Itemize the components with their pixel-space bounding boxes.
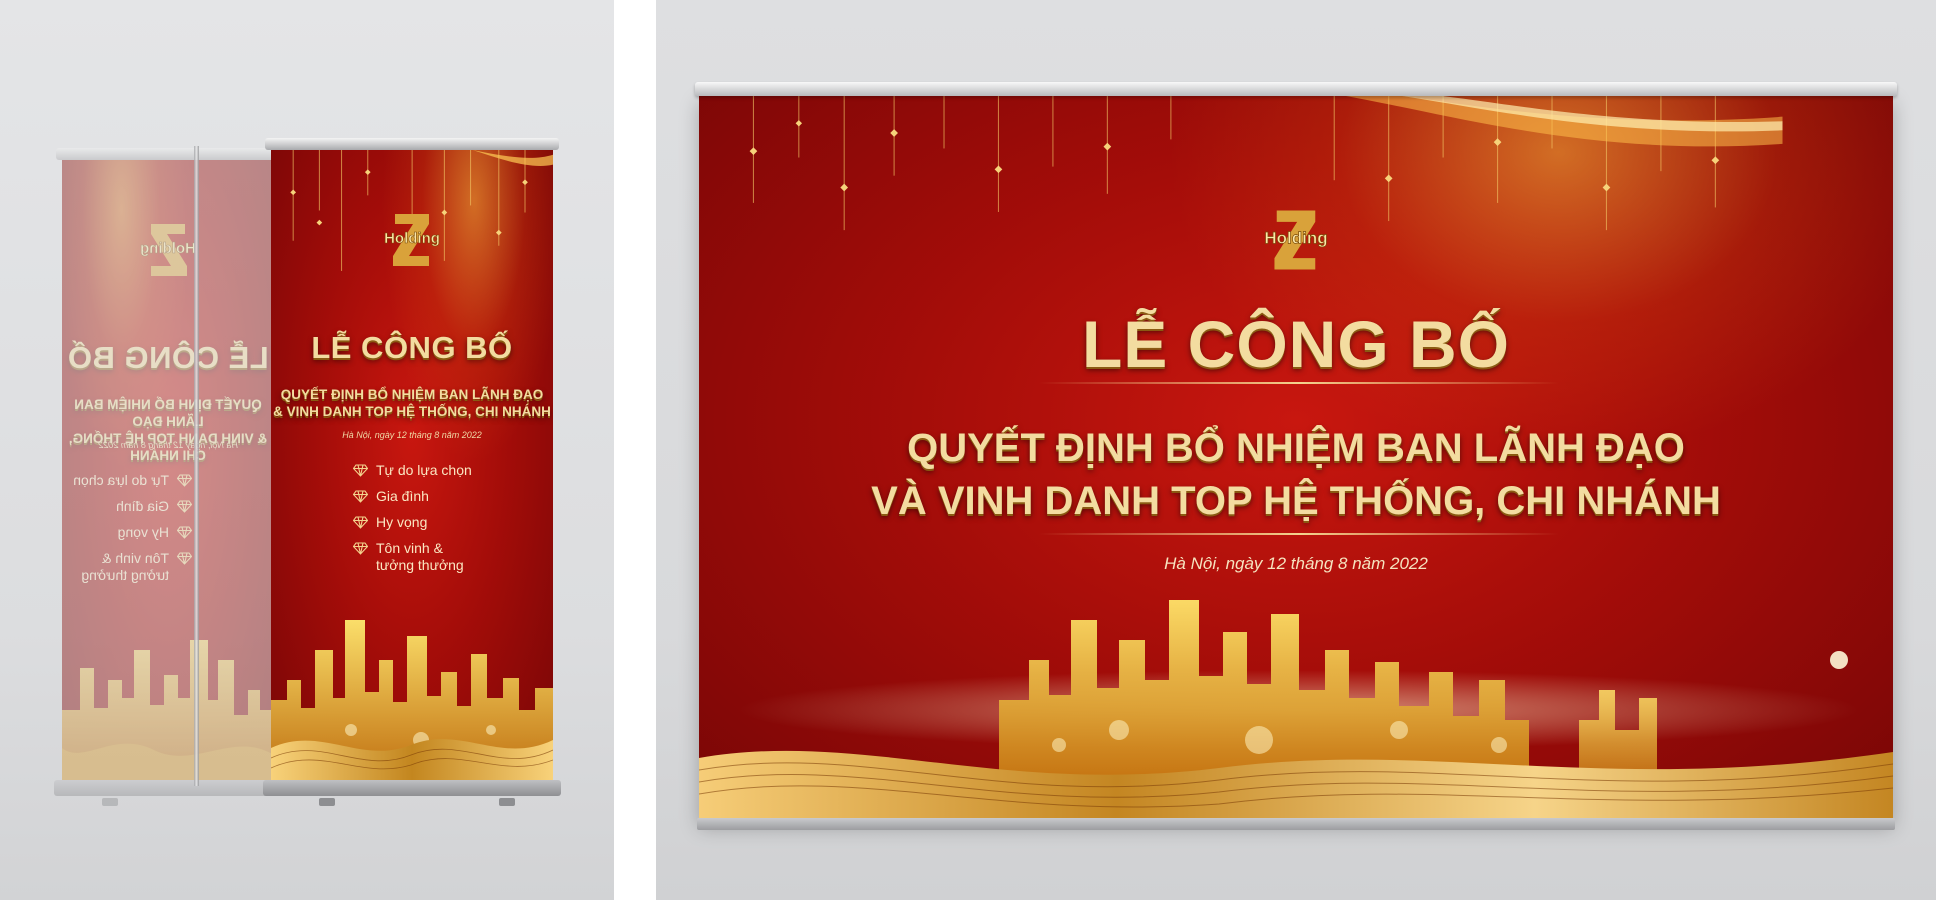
banner-title: LỄ CÔNG BỐ: [1081, 307, 1510, 381]
list-item: Gia đình: [73, 498, 192, 515]
title-divider: [1039, 382, 1559, 384]
city-skyline-illustration: [271, 620, 553, 780]
standee-artwork: Holding LỄ CÔNG BỐ QUYẾT ĐỊNH BỔ NHIỆM B…: [271, 150, 553, 780]
standee-artwork: Holding LỄ CÔNG BỐ QUYẾT ĐỊNH BỔ NHIỆM B…: [62, 160, 274, 780]
back-standee: Holding LỄ CÔNG BỐ QUYẾT ĐỊNH BỔ NHIỆM B…: [54, 148, 282, 806]
svg-text:Holding: Holding: [384, 230, 440, 247]
front-standee: Holding LỄ CÔNG BỐ QUYẾT ĐỊNH BỔ NHIỆM B…: [263, 138, 561, 806]
diamond-icon: [177, 474, 192, 487]
standee-foot: [319, 798, 335, 806]
logo: Holding: [699, 206, 1893, 279]
city-skyline-illustration: [699, 600, 1893, 820]
logo: Holding: [62, 220, 274, 285]
standee-base: [54, 780, 282, 796]
diamond-icon: [353, 516, 368, 529]
diamond-icon: [177, 526, 192, 539]
logo: Holding: [271, 210, 553, 275]
banner-bottom-bar: [697, 818, 1895, 830]
diamond-icon: [353, 490, 368, 503]
standee-foot: [499, 798, 515, 806]
list-item: Tự do lựa chọn: [73, 472, 192, 489]
banner-mockup-panel: Holding LỄ CÔNG BỐ QUYẾT ĐỊNH BỔ NHIỆM B…: [656, 0, 1936, 900]
banner-frame: Holding LỄ CÔNG BỐ QUYẾT ĐỊNH BỔ NHIỆM B…: [695, 82, 1897, 830]
list-item: Tự do lựa chọn: [353, 462, 472, 479]
standee-top-bar: [265, 138, 559, 150]
banner-date: Hà Nội, ngày 12 tháng 8 năm 2022: [1164, 554, 1428, 573]
svg-text:Holding: Holding: [140, 240, 196, 257]
subtitle-line-1: QUYẾT ĐỊNH BỔ NHIỆM BAN LÃNH ĐẠO: [74, 397, 262, 429]
standee-title: LỄ CÔNG BỐ: [67, 340, 269, 375]
diamond-icon: [177, 500, 192, 513]
standee-pole: [194, 146, 199, 786]
banner-subtitle: QUYẾT ĐỊNH BỔ NHIỆM BAN LÃNH ĐẠO VÀ VINH…: [699, 422, 1893, 528]
standee-mockup-panel: Holding LỄ CÔNG BỐ QUYẾT ĐỊNH BỔ NHIỆM B…: [0, 0, 614, 900]
standee-base: [263, 780, 561, 796]
subtitle-line-1: QUYẾT ĐỊNH BỔ NHIỆM BAN LÃNH ĐẠO: [907, 426, 1685, 470]
list-item: Gia đình: [353, 488, 472, 505]
diamond-icon: [177, 552, 192, 565]
subtitle-line-1: QUYẾT ĐỊNH BỔ NHIỆM BAN LÃNH ĐẠO: [280, 387, 544, 402]
city-skyline-illustration: [62, 640, 274, 780]
standee-date: Hà Nội, ngày 12 tháng 8 năm 2022: [342, 430, 482, 440]
list-item: Tôn vinh & tưởng thưởng: [73, 550, 192, 584]
z-holding-logo-icon: Holding: [384, 214, 440, 266]
subtitle-divider: [1039, 533, 1559, 535]
standee-foot: [102, 798, 118, 806]
subtitle-line-2: VÀ VINH DANH TOP HỆ THỐNG, CHI NHÁNH: [871, 479, 1721, 523]
standee-value-list: Tự do lựa chọn Gia đình Hy vọng Tôn vinh…: [353, 462, 472, 583]
list-item: Tôn vinh & tưởng thưởng: [353, 540, 472, 574]
z-holding-logo-icon: Holding: [140, 224, 196, 276]
diamond-icon: [353, 542, 368, 555]
banner-top-bar: [695, 82, 1897, 96]
z-holding-logo-icon: Holding: [1264, 210, 1328, 270]
diamond-icon: [353, 464, 368, 477]
standee-subtitle: QUYẾT ĐỊNH BỔ NHIỆM BAN LÃNH ĐẠO & VINH …: [62, 396, 274, 464]
subtitle-line-2: & VINH DANH TOP HỆ THỐNG, CHI NHÁNH: [273, 404, 551, 419]
standee-date: Hà Nội, ngày 12 tháng 8 năm 2022: [98, 440, 238, 450]
list-item: Hy vọng: [73, 524, 192, 541]
standee-top-bar: [56, 148, 280, 160]
standee-title: LỄ CÔNG BỐ: [311, 330, 513, 365]
standee-value-list: Tự do lựa chọn Gia đình Hy vọng Tôn vinh…: [73, 472, 192, 593]
list-item: Hy vọng: [353, 514, 472, 531]
event-banner: Holding LỄ CÔNG BỐ QUYẾT ĐỊNH BỔ NHIỆM B…: [699, 94, 1893, 820]
standee-subtitle: QUYẾT ĐỊNH BỔ NHIỆM BAN LÃNH ĐẠO & VINH …: [271, 386, 553, 420]
svg-text:Holding: Holding: [1264, 228, 1327, 247]
